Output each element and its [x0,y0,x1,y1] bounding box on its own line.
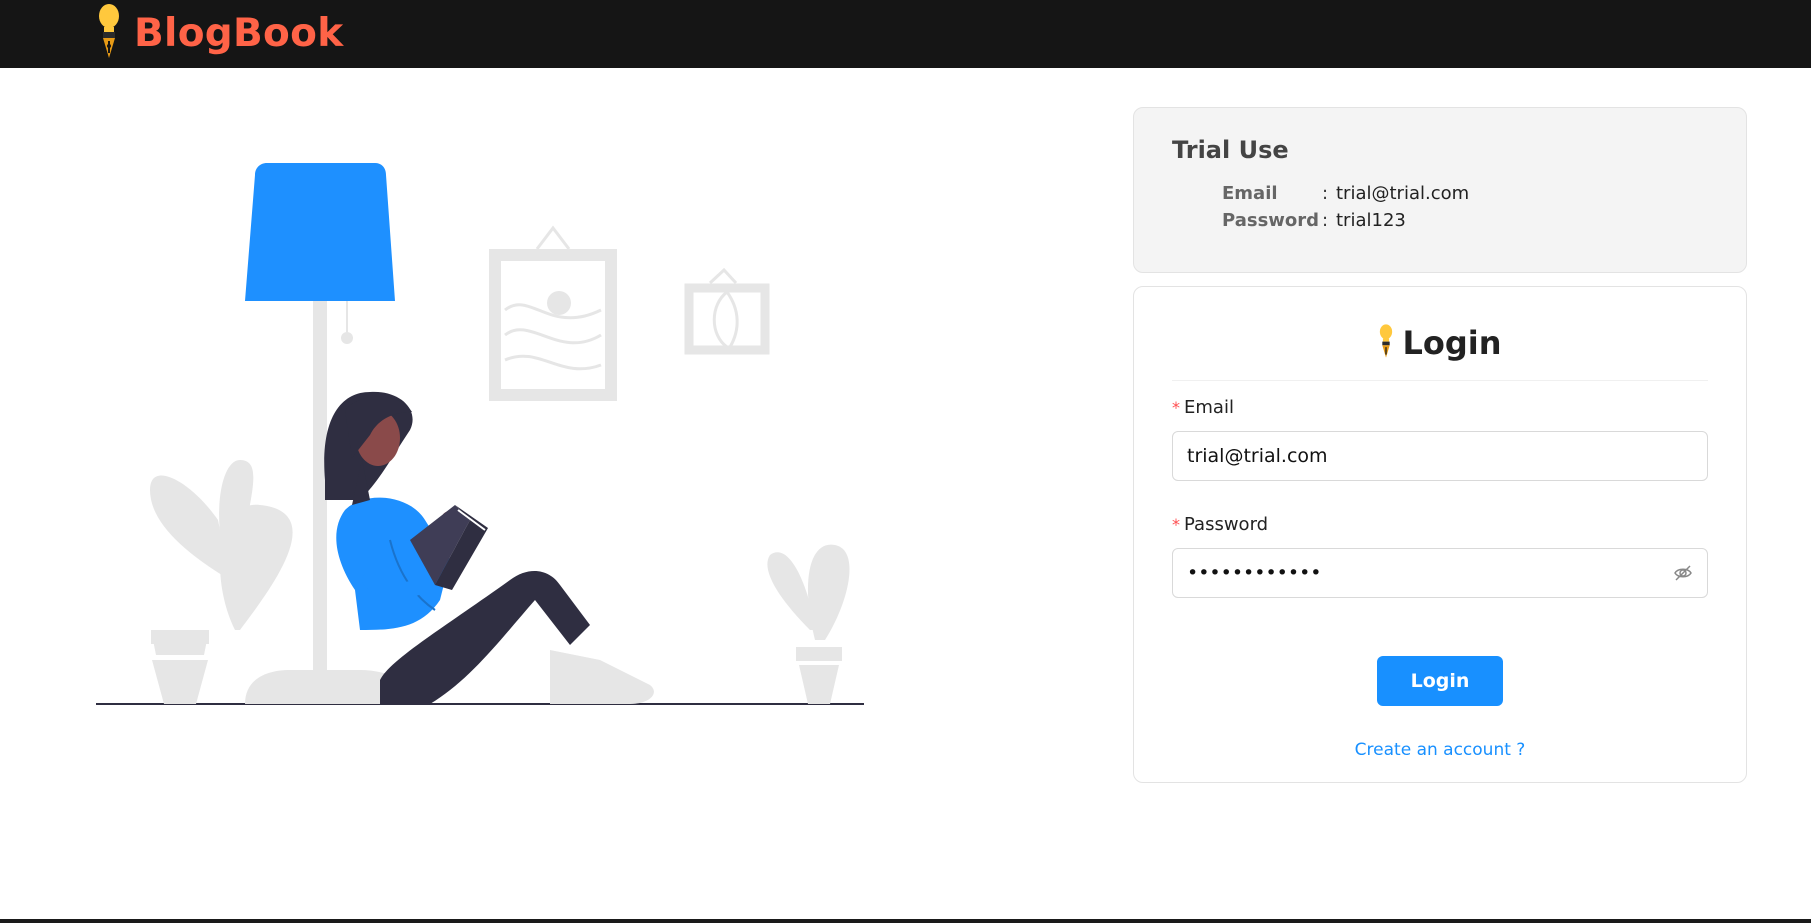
reading-illustration [90,160,870,720]
trial-email-key: Email [1222,183,1278,204]
trial-password-key: Password [1222,210,1320,231]
password-field[interactable]: •••••••••••• [1172,548,1708,598]
login-card: Login * Email trial@trial.com * Password •… [1133,286,1747,783]
required-mark: * [1172,515,1180,534]
password-label: * Password [1172,514,1268,535]
trial-title: Trial Use [1172,136,1289,164]
password-field-value: •••••••••••• [1187,562,1322,584]
brand-logo-link[interactable]: BlogBook [96,2,343,64]
navbar: BlogBook [0,0,1811,68]
trial-password-sep: : [1322,210,1329,231]
trial-email-value: trial@trial.com [1336,183,1470,204]
trial-email-sep: : [1322,183,1329,204]
brand-name: BlogBook [134,10,344,56]
create-account-link[interactable]: Create an account ? [1134,740,1746,760]
email-field[interactable]: trial@trial.com [1172,431,1708,481]
login-title: Login [1402,324,1502,362]
email-label: * Email [1172,397,1234,418]
password-label-text: Password [1184,514,1269,535]
login-button[interactable]: Login [1377,656,1503,706]
trial-use-card: Trial Use Email : trial@trial.com Passwo… [1133,107,1747,273]
trial-password-row: Password : trial123 [1222,210,1406,231]
bottom-border [0,919,1811,923]
email-label-text: Email [1184,397,1234,418]
divider [1172,380,1708,381]
login-header: Login [1134,323,1746,363]
required-mark: * [1172,398,1180,417]
trial-email-row: Email : trial@trial.com [1222,183,1469,204]
trial-password-value: trial123 [1336,210,1406,231]
email-field-value: trial@trial.com [1187,445,1328,467]
lightbulb-pen-icon [96,3,122,63]
lightbulb-pen-icon [1378,323,1394,363]
eye-invisible-icon[interactable] [1673,563,1693,588]
